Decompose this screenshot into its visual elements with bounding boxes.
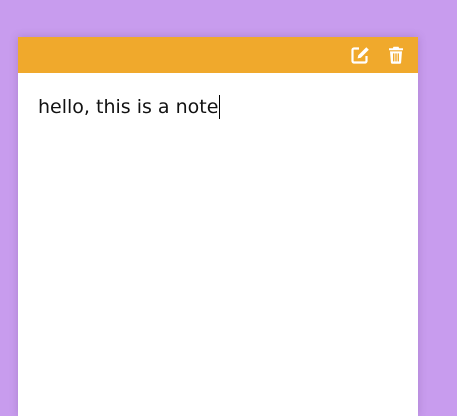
note-card: hello, this is a note	[18, 37, 418, 416]
note-editor[interactable]: hello, this is a note	[18, 73, 418, 416]
note-text[interactable]: hello, this is a note	[38, 96, 218, 118]
edit-icon	[350, 46, 370, 64]
edit-button[interactable]	[350, 45, 370, 65]
note-toolbar	[18, 37, 418, 73]
trash-icon	[388, 46, 404, 64]
text-caret	[219, 95, 221, 119]
delete-button[interactable]	[386, 45, 406, 65]
